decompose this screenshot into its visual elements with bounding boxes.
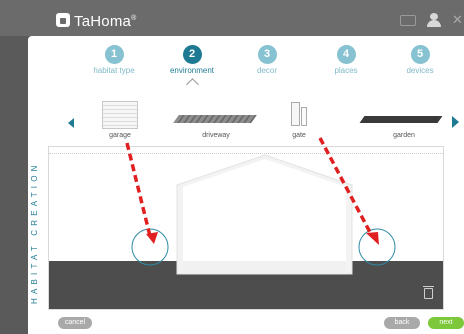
top-bar: TaHoma® ✕ — [0, 0, 464, 36]
habitat-creation-title: HABITAT CREATION — [30, 161, 39, 304]
back-button[interactable]: back — [384, 317, 420, 329]
garage-label[interactable]: garage — [102, 132, 138, 139]
gate-label[interactable]: gate — [284, 132, 314, 139]
header-icons: ✕ — [400, 12, 464, 28]
scroll-right-icon[interactable] — [452, 116, 459, 128]
step-places[interactable]: 4 places — [311, 44, 381, 75]
habitat-creation-panel: 1 habitat type 2 environment 3 decor 4 p… — [28, 36, 464, 334]
next-button[interactable]: next — [428, 317, 464, 329]
home-icon — [56, 13, 70, 27]
step-habitat-type[interactable]: 1 habitat type — [79, 44, 149, 75]
step-navigation: 1 habitat type 2 environment 3 decor 4 p… — [28, 36, 464, 92]
garage-icon[interactable] — [102, 101, 138, 129]
active-step-caret-icon — [186, 78, 199, 91]
app-logo: TaHoma® — [56, 13, 136, 30]
habitat-canvas[interactable] — [48, 146, 444, 310]
step-decor[interactable]: 3 decor — [232, 44, 302, 75]
ground-strip[interactable] — [49, 261, 443, 309]
step-environment[interactable]: 2 environment — [157, 44, 227, 75]
gate-door-icon — [301, 107, 307, 126]
garden-icon[interactable] — [359, 116, 443, 123]
cancel-button[interactable]: cancel — [58, 317, 92, 329]
trash-icon[interactable] — [423, 286, 434, 299]
canvas-top-border — [49, 147, 443, 154]
garden-label[interactable]: garden — [364, 132, 444, 139]
driveway-label[interactable]: driveway — [176, 132, 256, 139]
close-icon[interactable]: ✕ — [452, 12, 464, 28]
mail-icon[interactable] — [400, 14, 416, 26]
step-devices[interactable]: 5 devices — [385, 44, 455, 75]
scroll-left-icon[interactable] — [68, 118, 74, 128]
driveway-icon[interactable] — [173, 115, 257, 123]
user-icon[interactable] — [426, 13, 442, 27]
gate-icon[interactable] — [291, 102, 300, 126]
